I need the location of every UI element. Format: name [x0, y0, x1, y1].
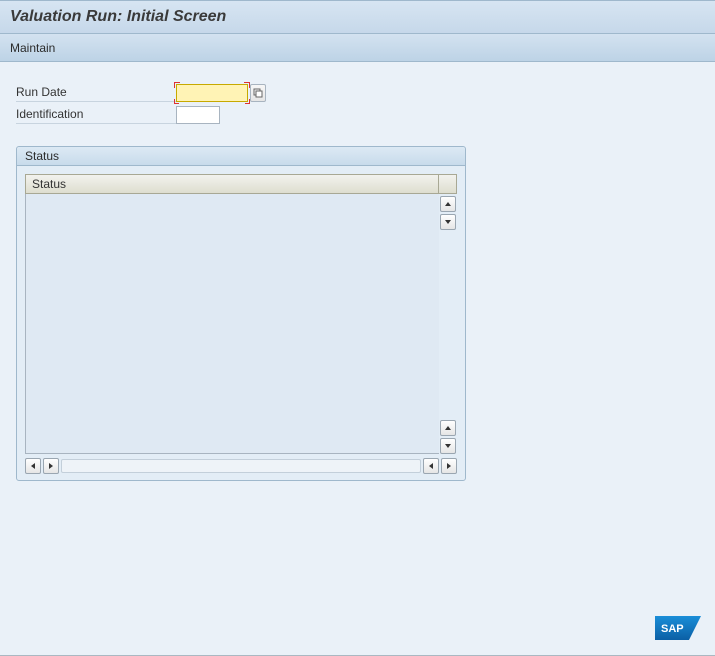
identification-input[interactable] [176, 106, 220, 124]
chevron-left-icon [29, 462, 37, 470]
scroll-down-button[interactable] [440, 214, 456, 230]
status-table-header: Status [25, 174, 457, 194]
sap-logo-icon: SAP [655, 616, 701, 640]
chevron-left-icon [427, 462, 435, 470]
status-table-rows[interactable] [25, 194, 439, 454]
status-table-body [25, 194, 457, 454]
table-config-button[interactable] [439, 174, 457, 194]
window: Valuation Run: Initial Screen Maintain R… [0, 0, 715, 656]
scroll-up-button-2[interactable] [440, 420, 456, 436]
status-column-header[interactable]: Status [25, 174, 439, 194]
run-date-required-marker [176, 84, 248, 102]
scroll-up-button[interactable] [440, 196, 456, 212]
identification-label: Identification [16, 107, 176, 124]
vertical-scrollbar [439, 194, 457, 454]
run-date-row: Run Date [16, 84, 699, 102]
hscroll-track[interactable] [61, 459, 421, 473]
status-group-title: Status [17, 147, 465, 166]
chevron-right-icon [47, 462, 55, 470]
maintain-button[interactable]: Maintain [10, 41, 55, 55]
value-help-icon [253, 88, 263, 98]
scroll-right-button[interactable] [423, 458, 439, 474]
title-bar: Valuation Run: Initial Screen [0, 0, 715, 34]
page-title: Valuation Run: Initial Screen [10, 8, 226, 26]
chevron-right-icon [445, 462, 453, 470]
run-date-input[interactable] [176, 84, 248, 102]
horizontal-scrollbar [25, 458, 457, 474]
application-toolbar: Maintain [0, 34, 715, 62]
status-group-body: Status [17, 166, 465, 480]
identification-row: Identification [16, 106, 699, 124]
status-groupbox: Status Status [16, 146, 466, 481]
content-area: Run Date Identification Status [0, 62, 715, 656]
run-date-label: Run Date [16, 85, 176, 102]
chevron-down-icon [444, 218, 452, 226]
chevron-up-icon [444, 200, 452, 208]
status-table: Status [25, 174, 457, 474]
scroll-down-button-2[interactable] [440, 438, 456, 454]
chevron-down-icon [444, 442, 452, 450]
chevron-up-icon [444, 424, 452, 432]
run-date-value-help-button[interactable] [250, 84, 266, 102]
scroll-left-button[interactable] [43, 458, 59, 474]
svg-text:SAP: SAP [661, 623, 684, 635]
sap-logo: SAP [655, 616, 701, 643]
scroll-first-button[interactable] [25, 458, 41, 474]
scroll-last-button[interactable] [441, 458, 457, 474]
